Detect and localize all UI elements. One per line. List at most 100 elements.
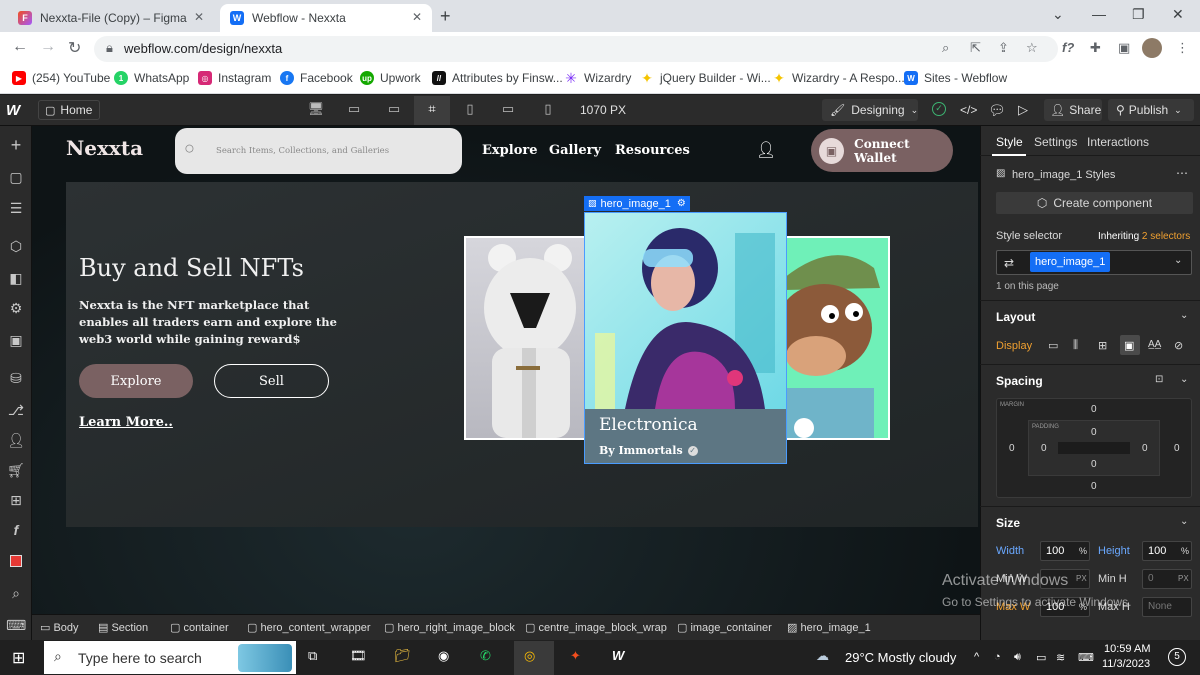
inheriting-text[interactable]: Inheriting 2 selectors <box>1098 231 1190 242</box>
bookmark-star-icon[interactable]: ☆ <box>1026 40 1038 56</box>
extension-fq-icon[interactable]: f? <box>1062 40 1074 55</box>
learn-more-link[interactable]: Learn More.. <box>79 415 173 430</box>
webflow-logo-icon[interactable]: W <box>6 102 20 119</box>
layout-heading[interactable]: Layout <box>996 310 1035 324</box>
spacing-preset-icon[interactable]: ⊡ <box>1155 374 1163 385</box>
new-tab-button[interactable]: + <box>440 6 451 27</box>
chevron-down-icon[interactable]: ⌄ <box>1180 516 1188 527</box>
connect-wallet-button[interactable]: ▣ Connect Wallet <box>811 129 953 172</box>
margin-top-value[interactable]: 0 <box>1091 404 1097 415</box>
breadcrumb-hero-image-1[interactable]: ▨ hero_image_1 <box>787 621 871 634</box>
restore-icon[interactable]: ❐ <box>1132 6 1145 23</box>
settings-gear-icon[interactable]: ⚙︎ <box>677 198 686 209</box>
finsweet-app-icon[interactable]: f <box>6 520 26 540</box>
site-logo[interactable]: Nexxta <box>66 136 143 160</box>
weather-icon[interactable]: ☁ <box>816 648 829 664</box>
notification-badge[interactable]: 5 <box>1168 648 1186 666</box>
nft-image-left[interactable] <box>464 236 586 440</box>
side-panel-icon[interactable]: ▣ <box>1118 40 1130 56</box>
laptop-icon[interactable]: ▭ <box>382 101 406 119</box>
explore-button[interactable]: Explore <box>79 364 193 398</box>
desktop-icon[interactable]: ▭ <box>342 101 366 119</box>
url-text[interactable]: webflow.com/design/nexxta <box>124 41 282 56</box>
chevron-down-icon[interactable]: ⌄ <box>1180 310 1188 321</box>
bookmark-sites-webflow[interactable]: W Sites - Webflow <box>904 71 1007 85</box>
margin-right-value[interactable]: 0 <box>1174 443 1180 454</box>
help-icon[interactable]: ⌨ <box>6 615 26 635</box>
figma-icon[interactable]: ✦ <box>570 648 581 664</box>
ecommerce-icon[interactable]: 🛒︎ <box>6 460 26 480</box>
more-icon[interactable]: ⋯ <box>1176 166 1188 180</box>
nav-gallery[interactable]: Gallery <box>549 143 601 158</box>
display-inline-block-icon[interactable]: ▣ <box>1124 339 1134 352</box>
pages-icon[interactable]: ▢ <box>6 167 26 187</box>
back-icon[interactable]: ← <box>12 38 28 56</box>
bookmark-finsweet[interactable]: //Attributes by Finsw... <box>432 71 563 85</box>
share-button[interactable]: 👤︎ Share <box>1044 99 1102 121</box>
webflow-app-icon[interactable]: W <box>612 648 624 663</box>
tab-settings[interactable]: Settings <box>1034 135 1077 149</box>
mode-dropdown[interactable]: 🖌︎ Designing ⌄ <box>822 99 918 121</box>
battery-icon[interactable]: ▭ <box>1036 651 1046 664</box>
mobile-portrait-icon[interactable]: ▯ <box>536 101 560 119</box>
cms-icon[interactable]: ⛁ <box>6 368 26 388</box>
selector-chip[interactable]: hero_image_1 <box>1030 252 1111 272</box>
add-elements-icon[interactable]: + <box>6 135 26 155</box>
bookmark-wizardry-respo[interactable]: ✦ Wizardry - A Respo... <box>772 70 905 86</box>
padding-top-value[interactable]: 0 <box>1091 427 1097 438</box>
bookmark-wizardry[interactable]: ✳ Wizardry <box>564 70 631 86</box>
tray-app-icon[interactable]: ◔ <box>994 651 1001 663</box>
comment-icon[interactable]: 💬︎ <box>988 102 1006 119</box>
height-unit[interactable]: % <box>1181 546 1189 556</box>
users-icon[interactable]: 👤︎ <box>6 430 26 450</box>
style-selectors-icon[interactable]: ◧ <box>6 268 26 288</box>
close-tab-icon[interactable]: ✕ <box>412 10 422 24</box>
user-icon[interactable]: 👤︎ <box>756 140 776 160</box>
breadcrumb-hero-content-wrapper[interactable]: ▢ hero_content_wrapper <box>247 621 371 634</box>
menu-icon[interactable]: ⋮ <box>1176 40 1189 56</box>
breadcrumb-container[interactable]: ▢ container <box>170 621 229 634</box>
obs-icon[interactable]: ◉ <box>438 648 449 664</box>
assets-icon[interactable]: ▣ <box>6 330 26 350</box>
create-component-button[interactable]: ⬡ Create component <box>996 192 1193 214</box>
padding-right-value[interactable]: 0 <box>1142 443 1148 454</box>
close-tab-icon[interactable]: ✕ <box>194 10 204 24</box>
avatar[interactable] <box>1142 38 1162 58</box>
selected-element-tag[interactable]: ▨ hero_image_1 ⚙︎ <box>584 196 690 211</box>
whatsapp-icon[interactable]: ✆ <box>480 648 491 664</box>
tab-figma[interactable]: F Nexxta-File (Copy) – Figma ✕ <box>8 4 214 32</box>
breadcrumb-image-container[interactable]: ▢ image_container <box>677 621 772 634</box>
bookmark-facebook[interactable]: f Facebook <box>280 71 353 85</box>
search-icon[interactable]: ⌕ <box>6 583 26 603</box>
wifi-icon[interactable]: ≋ <box>1056 651 1065 664</box>
tab-webflow[interactable]: W Webflow - Nexxta ✕ <box>220 4 432 32</box>
lock-icon[interactable]: 🔒︎ <box>106 40 113 56</box>
tab-search-icon[interactable]: ⌄ <box>1052 6 1064 23</box>
chrome-icon[interactable]: ◎ <box>524 648 535 664</box>
design-canvas[interactable]: Nexxta ○ Search Items, Collections, and … <box>32 126 980 614</box>
clock-time[interactable]: 10:59 AM <box>1104 643 1150 655</box>
keyboard-icon[interactable]: ⌨ <box>1078 651 1094 664</box>
variables-icon[interactable]: ⚙︎ <box>6 298 26 318</box>
bookmark-youtube[interactable]: ▶ (254) YouTube <box>12 71 110 85</box>
record-icon[interactable] <box>6 552 26 572</box>
file-explorer-icon[interactable]: 📁︎ <box>394 648 411 664</box>
weather-text[interactable]: 29°C Mostly cloudy <box>845 650 956 665</box>
apps-icon[interactable]: ⊞ <box>6 490 26 510</box>
nav-explore[interactable]: Explore <box>482 143 537 158</box>
mobile-landscape-icon[interactable]: ▭ <box>496 101 520 119</box>
breadcrumb-centre-image-block-wrap[interactable]: ▢ centre_image_block_wrap <box>525 621 667 634</box>
zoom-icon[interactable]: ⌕ <box>942 40 949 56</box>
minimize-icon[interactable]: — <box>1092 6 1106 22</box>
tablet-icon[interactable]: ▯ <box>458 101 482 119</box>
padding-bottom-value[interactable]: 0 <box>1091 459 1097 470</box>
breadcrumb-body[interactable]: ▭ Body <box>40 621 79 634</box>
bookmark-whatsapp[interactable]: 1 WhatsApp <box>114 71 189 85</box>
chevron-down-icon[interactable]: ⌄ <box>1180 374 1188 385</box>
breadcrumb-hero-right-image-block[interactable]: ▢ hero_right_image_block <box>384 621 515 634</box>
tab-style[interactable]: Style <box>996 135 1023 149</box>
code-icon[interactable]: </> <box>960 103 977 117</box>
hero-image-1[interactable]: Electronica By Immortals ✓ <box>584 212 787 464</box>
base-breakpoint-icon[interactable]: ⌗ <box>420 101 444 119</box>
desktop-large-icon[interactable]: 🖥︎ <box>304 101 328 119</box>
